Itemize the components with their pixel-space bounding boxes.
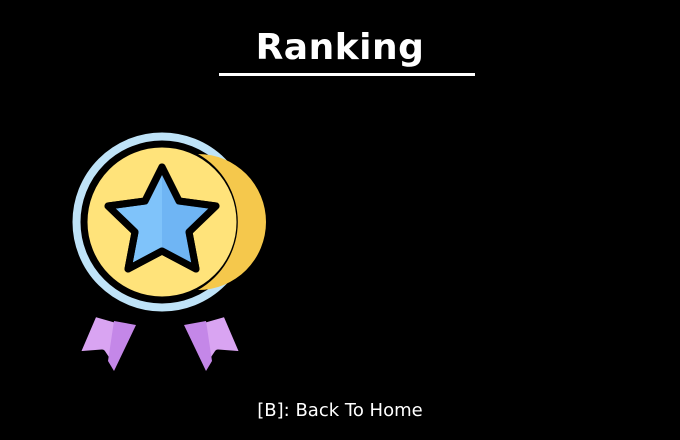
back-to-home-hint: [B]: Back To Home xyxy=(257,400,423,421)
page-title: Ranking xyxy=(255,27,425,68)
medal-star-icon xyxy=(65,125,266,375)
left-ribbon xyxy=(72,309,140,375)
right-ribbon xyxy=(180,309,248,375)
title-underline xyxy=(219,73,475,76)
